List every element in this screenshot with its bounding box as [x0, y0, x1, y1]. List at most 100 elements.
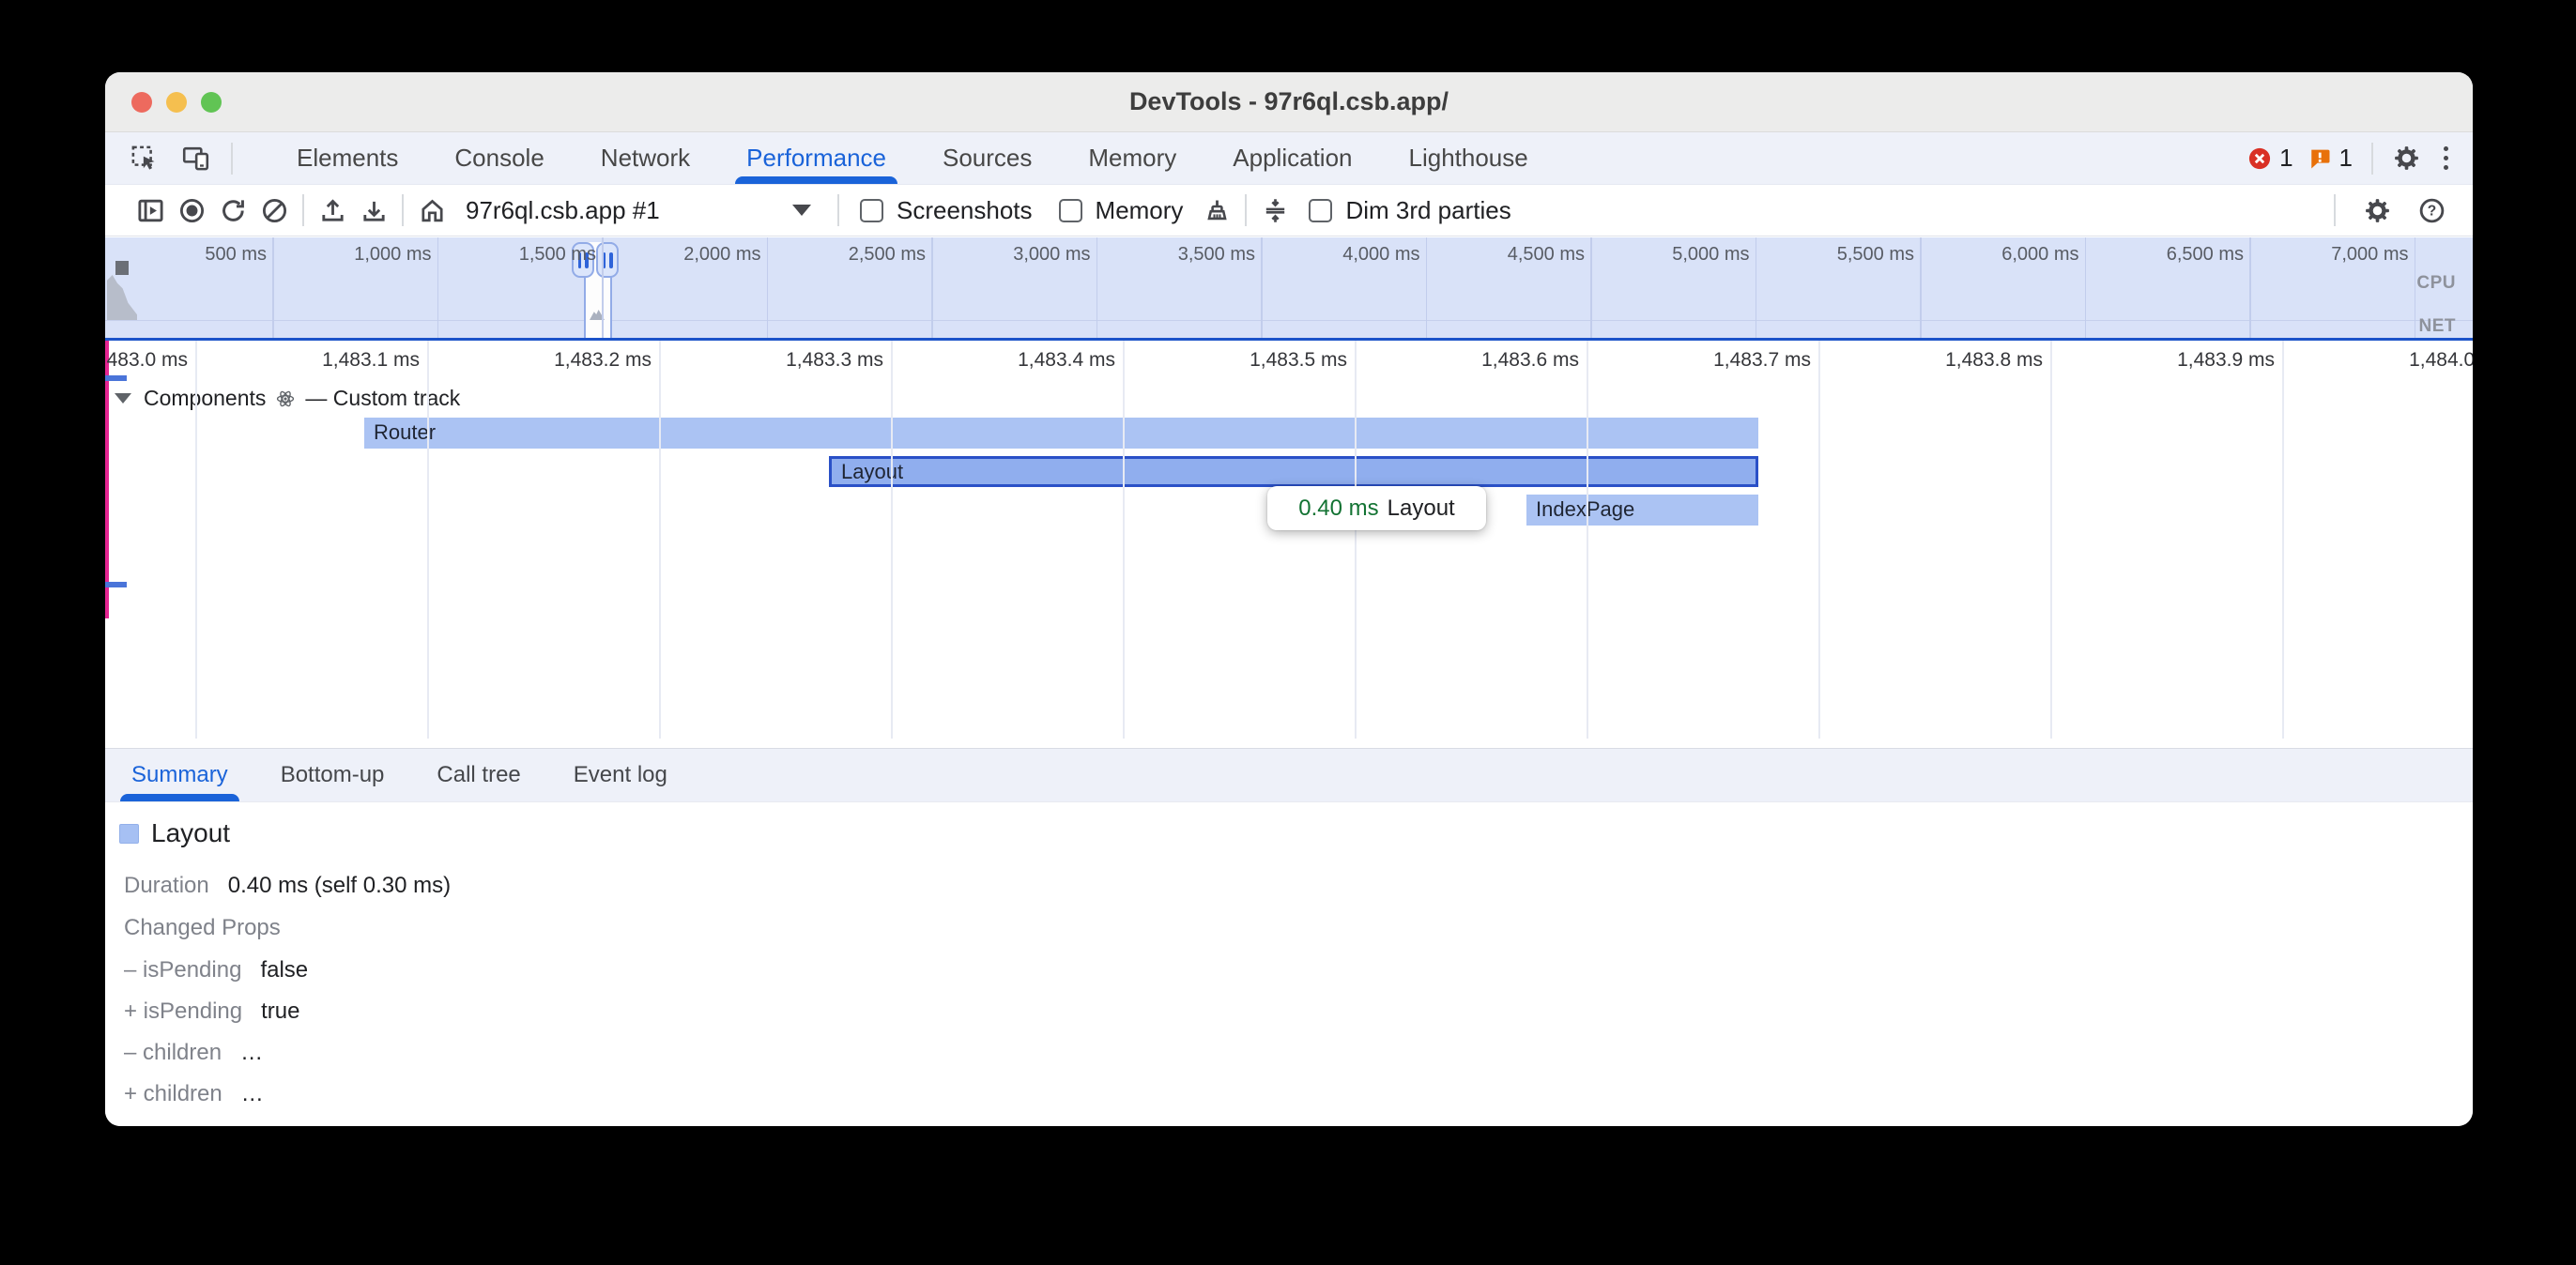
tooltip-duration: 0.40 ms: [1298, 495, 1378, 522]
tab-call-tree[interactable]: Call tree: [437, 749, 520, 801]
issues-badge[interactable]: 1: [2307, 144, 2353, 173]
divider: [2371, 143, 2373, 175]
lane-divider: [105, 320, 2473, 321]
dim-3rd-parties-label: Dim 3rd parties: [1345, 196, 1510, 225]
selection-right-handle[interactable]: [596, 242, 619, 278]
overview-tick-label: 4,000 ms: [1308, 244, 1420, 266]
error-icon: [2246, 145, 2273, 172]
device-toolbar-icon[interactable]: [181, 144, 210, 173]
overview-tick-label: 7,000 ms: [2296, 244, 2409, 266]
tab-application[interactable]: Application: [1231, 132, 1354, 184]
prop-name: + isPending: [124, 998, 242, 1025]
prop-value: …: [240, 1040, 263, 1066]
record-and-reload-button[interactable]: [212, 190, 253, 231]
overview-gridline: [2249, 237, 2251, 338]
settings-gear-icon[interactable]: [2392, 144, 2421, 173]
overview-gridline: [1756, 237, 1757, 338]
tab-sources[interactable]: Sources: [941, 132, 1034, 184]
tab-bottom-up[interactable]: Bottom-up: [281, 749, 385, 801]
event-bar-indexpage[interactable]: IndexPage: [1526, 495, 1758, 526]
overview-gridline: [1590, 237, 1592, 338]
issue-icon: [2307, 145, 2333, 172]
flame-chart[interactable]: Components — Custom track Router Layout In…: [105, 341, 2473, 748]
overview-tick-label: 3,000 ms: [978, 244, 1091, 266]
home-button[interactable]: [411, 190, 452, 231]
devtools-tabs: Elements Console Network Performance Sources…: [242, 132, 1530, 184]
summary-title: Layout: [151, 818, 230, 848]
detail-gridline: [1818, 341, 1820, 739]
toggle-sidebar-button[interactable]: [130, 190, 171, 231]
overview-gridline: [2085, 237, 2087, 338]
details-tabbar: Summary Bottom-up Call tree Event log: [105, 748, 2473, 802]
divider: [402, 194, 404, 226]
close-window-button[interactable]: [131, 92, 152, 113]
prop-name: – isPending: [124, 957, 241, 983]
overview-tick-label: 2,500 ms: [813, 244, 926, 266]
tab-event-log[interactable]: Event log: [574, 749, 667, 801]
collect-garbage-button[interactable]: [1196, 190, 1237, 231]
detail-tick-label: 1,483.4 ms: [965, 349, 1115, 372]
scroll-indicator-bottom: [105, 582, 127, 587]
tooltip-label: Layout: [1388, 495, 1455, 522]
overview-gridline: [272, 237, 274, 338]
timeline-overview[interactable]: CPU NET 500 ms1,000 ms1,500 ms2,000 ms2,…: [105, 237, 2473, 341]
screenshots-checkbox-row[interactable]: Screenshots: [860, 196, 1033, 225]
target-selector[interactable]: 97r6ql.csb.app #1: [456, 190, 824, 231]
memory-checkbox-row[interactable]: Memory: [1059, 196, 1184, 225]
prop-value: true: [261, 998, 299, 1025]
detail-gridline: [2282, 341, 2284, 739]
dim-3rd-parties-checkbox-row[interactable]: Dim 3rd parties: [1309, 196, 1510, 225]
memory-checkbox[interactable]: [1059, 199, 1082, 222]
overview-tick-label: 5,500 ms: [1802, 244, 1914, 266]
detail-tick-label: 1,483.3 ms: [733, 349, 883, 372]
minimize-window-button[interactable]: [166, 92, 187, 113]
duration-label: Duration: [124, 873, 209, 899]
prop-row: – isPendingfalse: [124, 957, 308, 983]
help-icon[interactable]: [2411, 190, 2452, 231]
inspect-element-icon[interactable]: [130, 144, 159, 173]
console-errors-badge[interactable]: 1: [2246, 144, 2292, 173]
detail-tick-label: 1,483.8 ms: [1893, 349, 2043, 372]
detail-gridline: [2050, 341, 2052, 739]
detail-tick-label: 1,483.6 ms: [1429, 349, 1579, 372]
event-bar-layout[interactable]: Layout: [829, 456, 1758, 487]
duration-value: 0.40 ms (self 0.30 ms): [228, 873, 451, 899]
tab-console[interactable]: Console: [452, 132, 545, 184]
record-button[interactable]: [171, 190, 212, 231]
divider: [1245, 194, 1247, 226]
overview-gridline: [2415, 237, 2416, 338]
detail-gridline: [1123, 341, 1125, 739]
shrink-timeline-icon[interactable]: [1254, 190, 1296, 231]
detail-tick-label: 1,483.7 ms: [1661, 349, 1811, 372]
detail-tick-label: 1,483.2 ms: [501, 349, 652, 372]
upload-profile-button[interactable]: [312, 190, 353, 231]
tab-summary[interactable]: Summary: [131, 749, 228, 801]
detail-gridline: [891, 341, 893, 739]
devtools-tabstrip: Elements Console Network Performance Sources…: [105, 132, 2473, 185]
event-bar-router[interactable]: Router: [364, 418, 1758, 449]
detail-tick-label: 1,484.0 ms: [2356, 349, 2473, 372]
screenshots-checkbox[interactable]: [860, 199, 883, 222]
divider: [231, 143, 233, 175]
tab-network[interactable]: Network: [599, 132, 692, 184]
overview-tick-label: 1,500 ms: [483, 244, 596, 266]
zoom-window-button[interactable]: [201, 92, 222, 113]
atom-icon: [275, 389, 296, 409]
download-profile-button[interactable]: [353, 190, 394, 231]
tab-memory[interactable]: Memory: [1086, 132, 1178, 184]
capture-settings-gear-icon[interactable]: [2356, 190, 2398, 231]
dim-3rd-parties-checkbox[interactable]: [1309, 199, 1332, 222]
performance-toolbar: 97r6ql.csb.app #1 Screenshots Memory Dim…: [105, 185, 2473, 236]
net-lane-label: NET: [2419, 316, 2457, 337]
components-track-header[interactable]: Components — Custom track: [115, 386, 460, 411]
tab-lighthouse[interactable]: Lighthouse: [1407, 132, 1530, 184]
cpu-lane-label: CPU: [2416, 273, 2456, 294]
overview-tick-label: 3,500 ms: [1142, 244, 1255, 266]
tab-performance[interactable]: Performance: [744, 132, 888, 184]
tab-elements[interactable]: Elements: [295, 132, 400, 184]
more-options-icon[interactable]: [2434, 146, 2458, 170]
event-tooltip: 0.40 ms Layout: [1267, 486, 1486, 530]
overview-tick-label: 1,000 ms: [319, 244, 432, 266]
prop-name: + children: [124, 1081, 222, 1107]
clear-button[interactable]: [253, 190, 295, 231]
